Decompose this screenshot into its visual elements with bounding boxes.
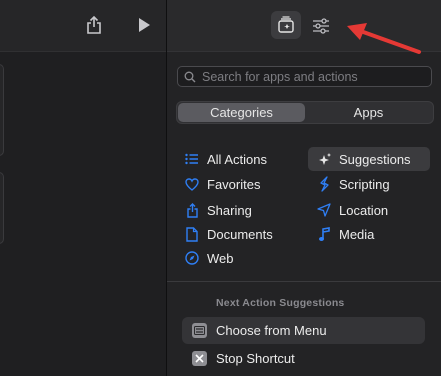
category-suggestions[interactable]: Suggestions (308, 147, 430, 171)
action-card[interactable] (0, 64, 4, 156)
category-label: Suggestions (339, 151, 411, 167)
heart-icon (184, 176, 200, 192)
category-sharing[interactable]: Sharing (184, 198, 252, 222)
category-web[interactable]: Web (184, 246, 234, 270)
sparkles-icon (316, 151, 332, 167)
editor-toolbar (0, 0, 166, 52)
category-label: Favorites (207, 176, 261, 192)
library-add-icon (278, 16, 294, 33)
share-icon (87, 15, 101, 34)
suggestion-label: Choose from Menu (216, 323, 327, 338)
category-documents[interactable]: Documents (184, 222, 273, 246)
category-label: Media (339, 226, 375, 242)
menu-icon (192, 323, 207, 338)
section-title: Next Action Suggestions (216, 297, 345, 309)
category-label: All Actions (207, 151, 267, 167)
music-note-icon (316, 226, 332, 242)
category-label: Scripting (339, 176, 390, 192)
list-icon (184, 151, 200, 167)
segment-categories[interactable]: Categories (178, 103, 305, 122)
library-segmented-control: Categories Apps (176, 101, 434, 124)
suggestion-stop-shortcut[interactable]: Stop Shortcut (182, 345, 425, 372)
play-icon (139, 18, 150, 32)
action-card[interactable] (0, 172, 4, 244)
suggestion-label: Stop Shortcut (216, 351, 295, 366)
action-library-pane: Categories Apps All Actions Favorites Sh… (167, 0, 441, 376)
category-label: Location (339, 202, 389, 218)
category-label: Web (207, 250, 234, 266)
category-label: Documents (207, 226, 273, 242)
settings-button[interactable] (307, 12, 335, 40)
run-button[interactable] (132, 13, 156, 37)
editor-pane (0, 0, 166, 376)
category-media[interactable]: Media (316, 222, 374, 246)
category-label: Sharing (207, 202, 252, 218)
search-input[interactable] (202, 69, 422, 84)
search-field[interactable] (177, 66, 432, 87)
share-icon (184, 202, 200, 218)
compass-icon (184, 250, 200, 266)
stop-icon (192, 351, 207, 366)
annotation-arrow-icon (347, 23, 421, 54)
sliders-icon (313, 18, 329, 34)
suggestion-choose-from-menu[interactable]: Choose from Menu (182, 317, 425, 344)
document-icon (184, 226, 200, 242)
share-button[interactable] (82, 13, 106, 37)
category-location[interactable]: Location (316, 198, 388, 222)
library-toolbar (167, 0, 441, 54)
search-icon (184, 71, 196, 82)
category-favorites[interactable]: Favorites (184, 172, 260, 196)
section-divider (167, 281, 441, 282)
category-scripting[interactable]: Scripting (316, 172, 390, 196)
location-arrow-icon (316, 202, 332, 218)
segment-apps[interactable]: Apps (305, 103, 432, 122)
scripting-icon (316, 176, 332, 192)
library-button[interactable] (271, 11, 301, 39)
category-all-actions[interactable]: All Actions (184, 147, 267, 171)
